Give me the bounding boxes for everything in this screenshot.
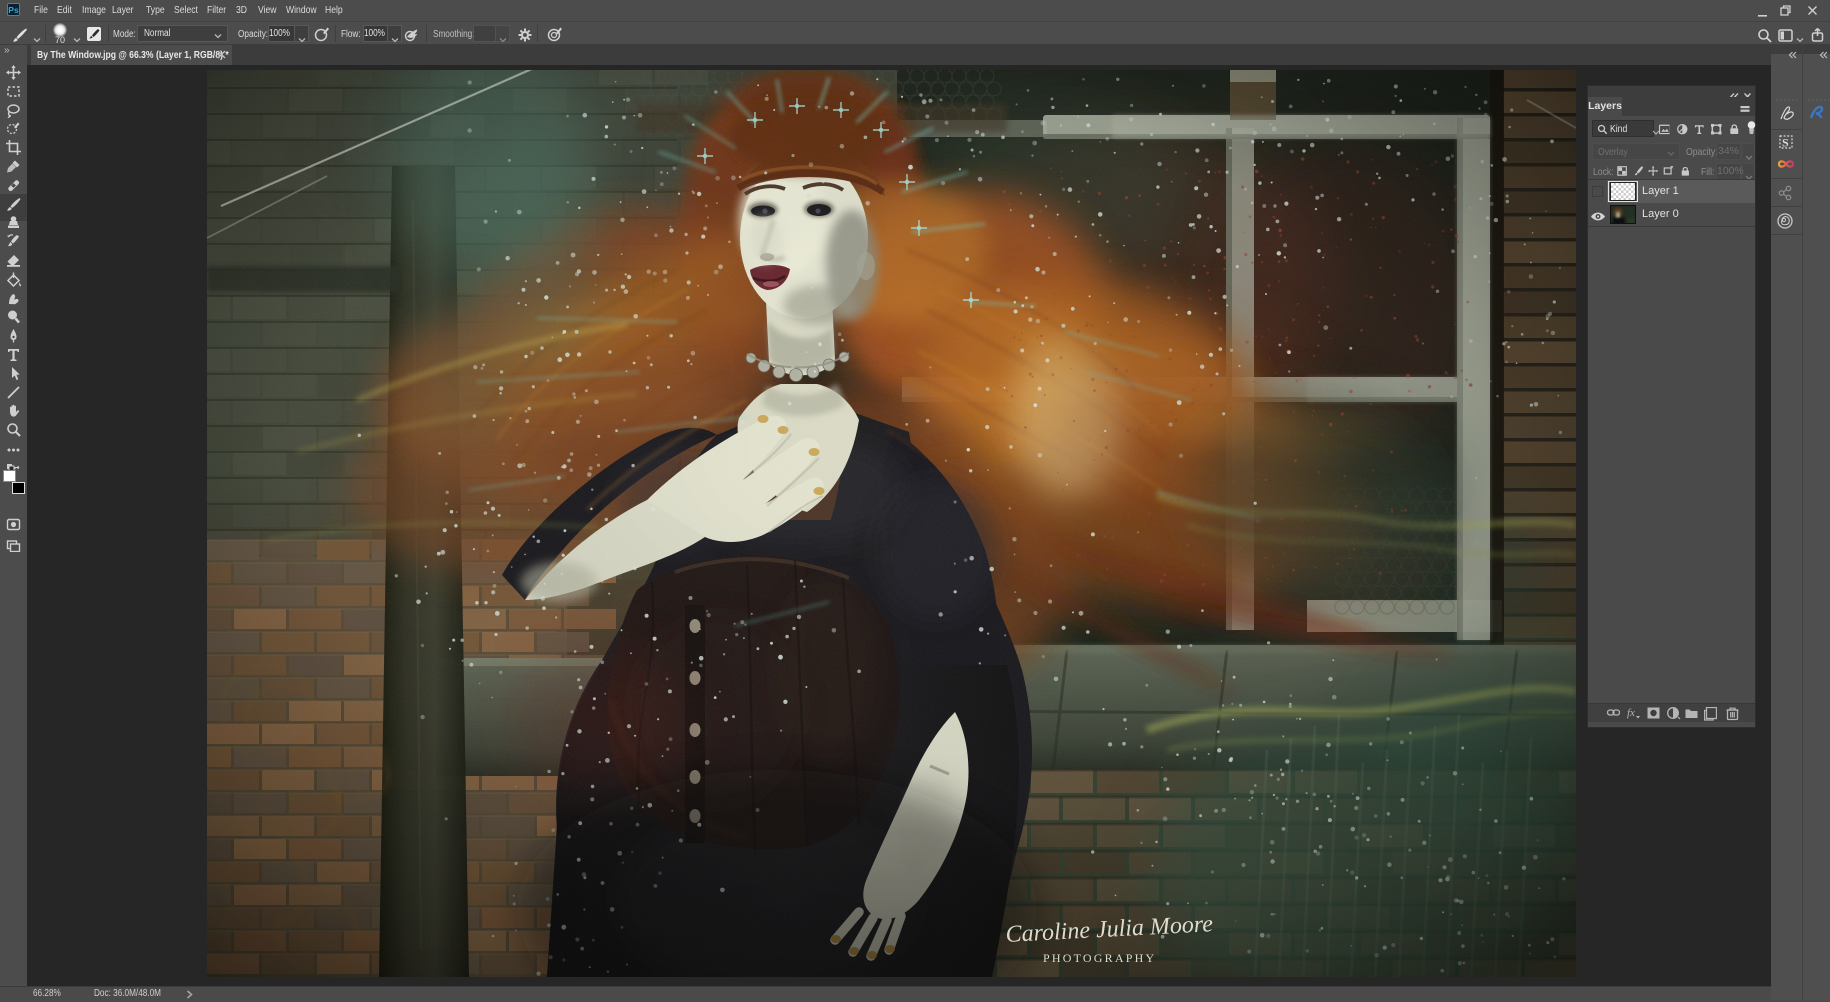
svg-text:fx: fx [1627,707,1635,719]
svg-text:PHOTOGRAPHY: PHOTOGRAPHY [1043,951,1156,965]
svg-text:S: S [1782,136,1789,150]
